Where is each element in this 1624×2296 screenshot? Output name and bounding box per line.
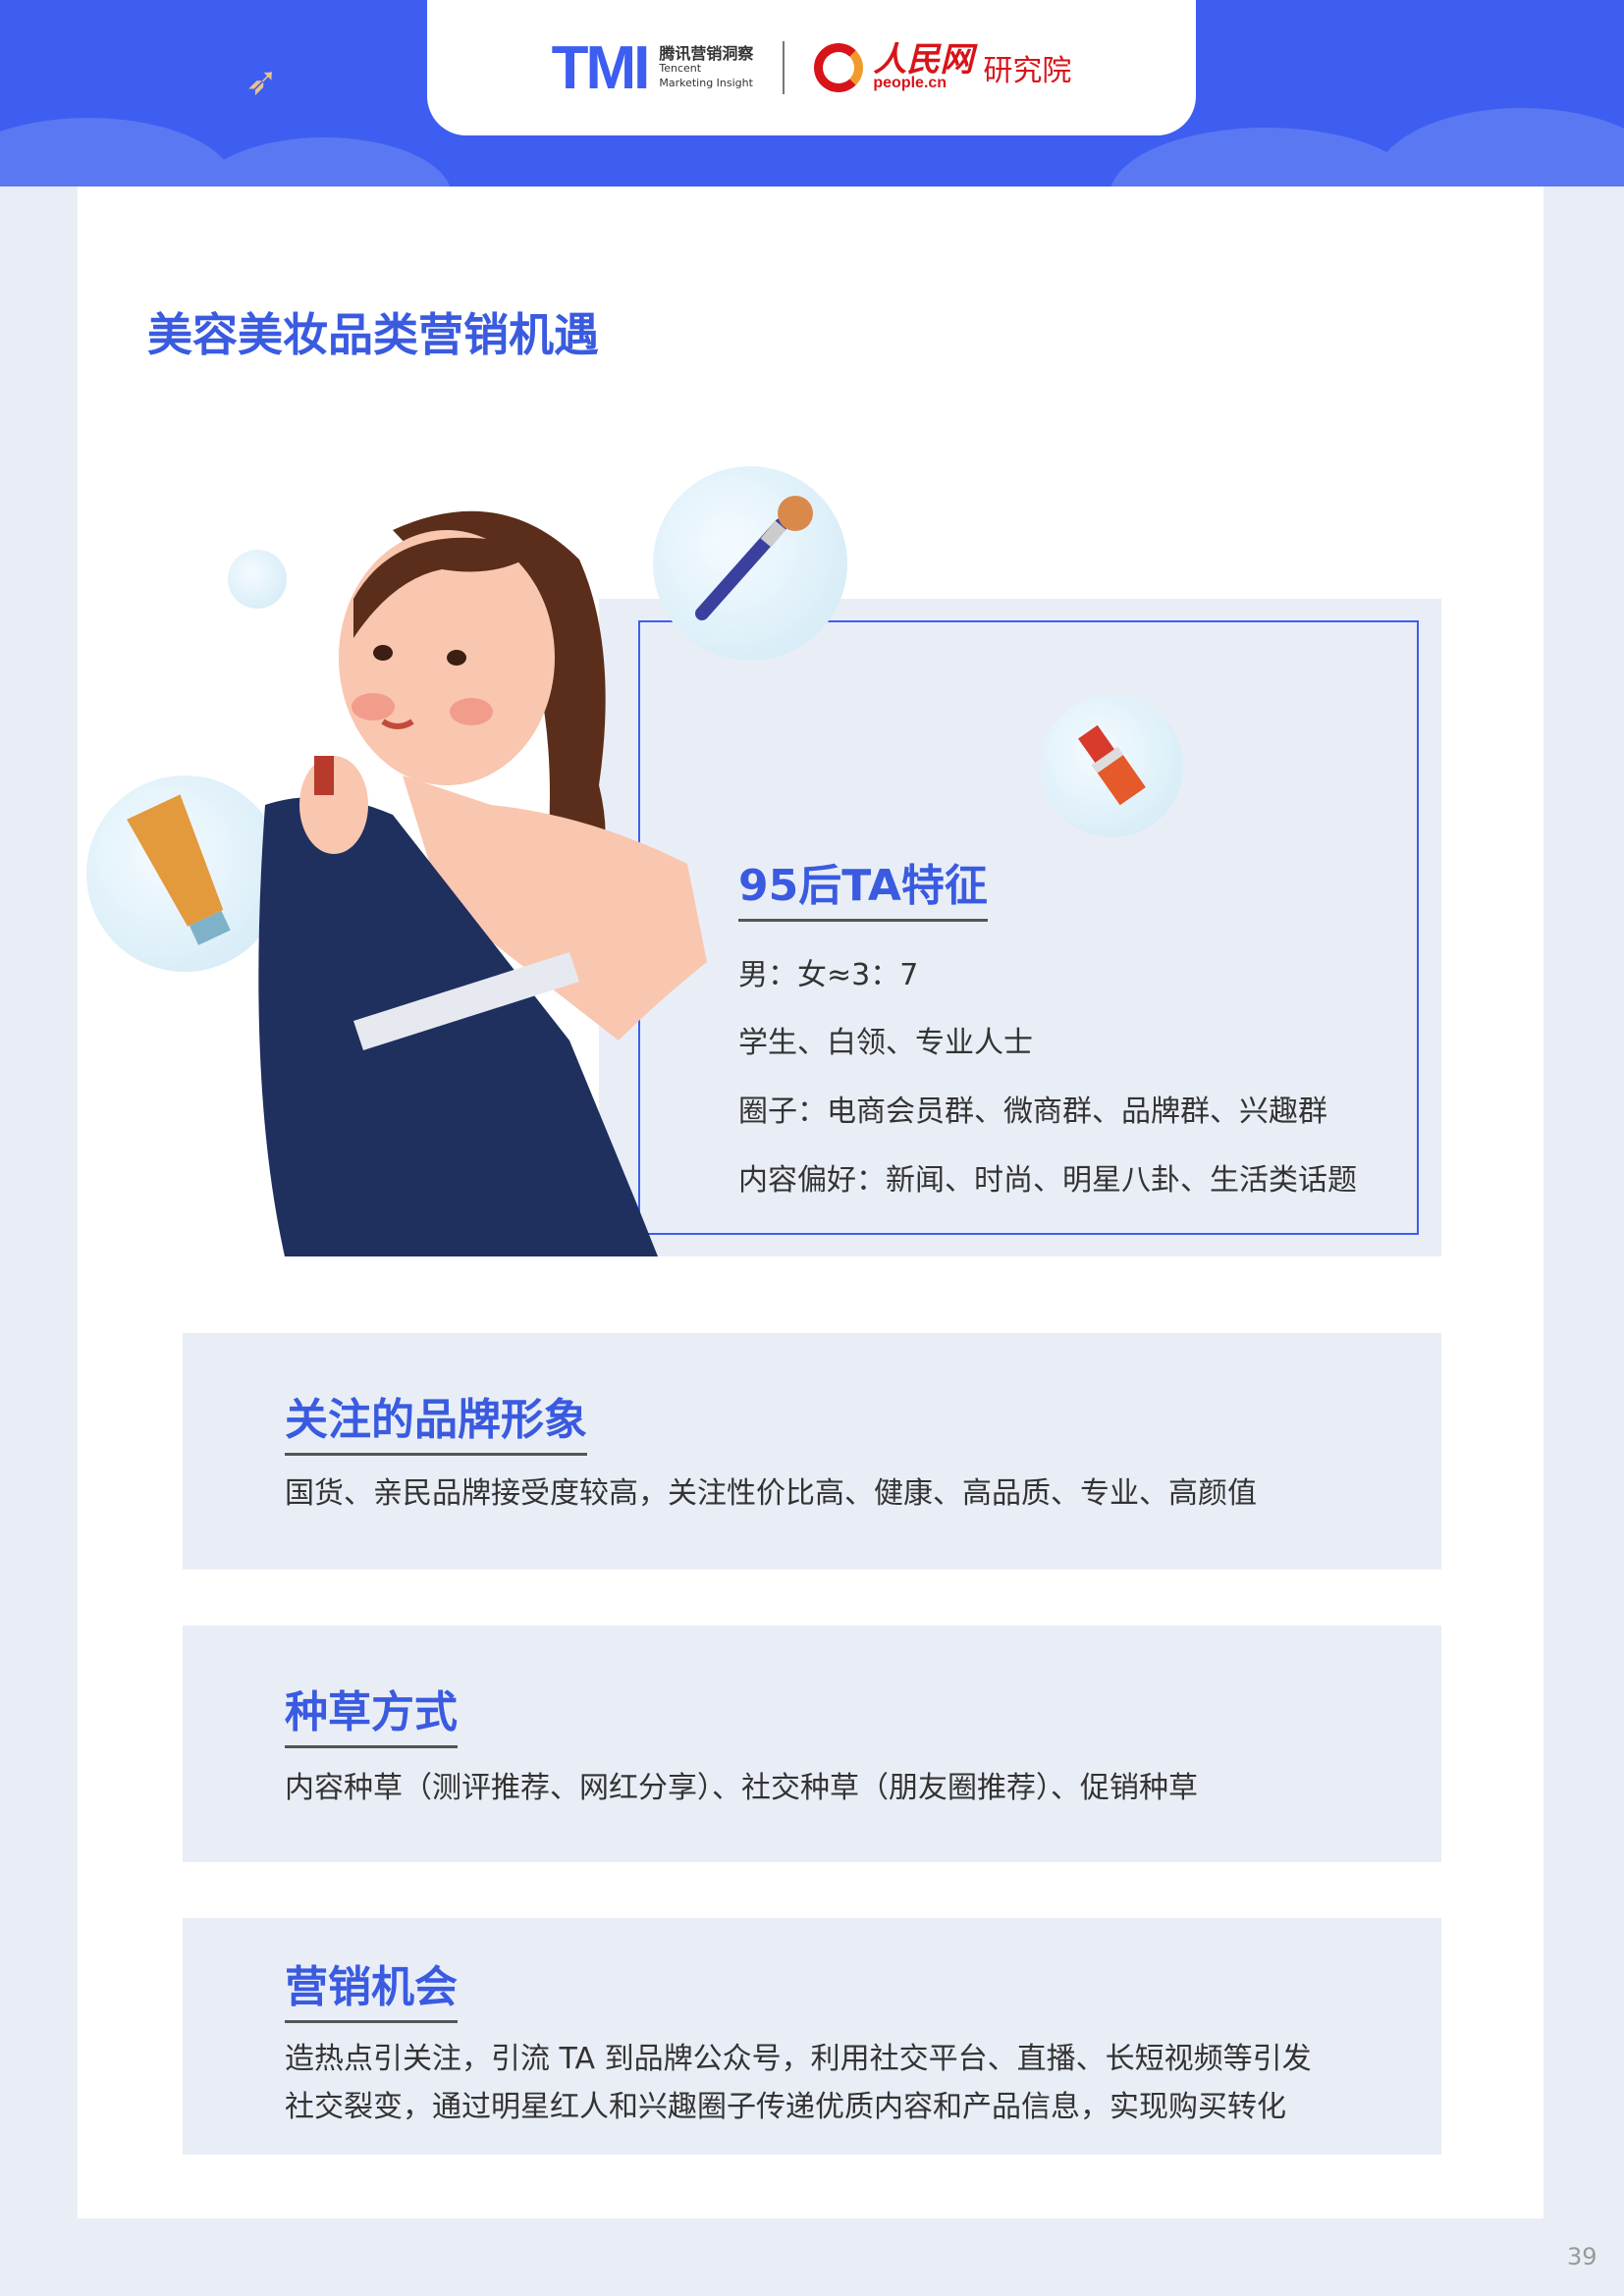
- section-marketing-opportunity: 营销机会 造热点引关注，引流 TA 到品牌公众号，利用社交平台、直播、长短视频等…: [183, 1918, 1441, 2155]
- cloud-decoration: [196, 137, 452, 187]
- section-text: 造热点引关注，引流 TA 到品牌公众号，利用社交平台、直播、长短视频等引发: [285, 2042, 1312, 2076]
- logo-bar: TMI 腾讯营销洞察 Tencent Marketing Insight 人民网 pe…: [427, 0, 1196, 135]
- cloud-decoration: [1375, 108, 1624, 187]
- people-emblem-icon: [814, 43, 864, 92]
- section-seeding-method: 种草方式 内容种草（测评推荐、网红分享）、社交种草（朋友圈推荐）、促销种草: [183, 1626, 1441, 1862]
- woman-illustration: [258, 510, 707, 1256]
- cloud-decoration: [0, 118, 236, 187]
- ta-circles: 圈子：电商会员群、微商群、品牌群、兴趣群: [738, 1095, 1327, 1129]
- bird-icon: ➶: [245, 59, 279, 104]
- section-text: 社交裂变，通过明星红人和兴趣圈子传递优质内容和产品信息，实现购买转化: [285, 2090, 1286, 2124]
- section-text: 内容种草（测评推荐、网红分享）、社交种草（朋友圈推荐）、促销种草: [285, 1771, 1198, 1805]
- ta-gender-ratio: 男：女≈3：7: [738, 958, 919, 992]
- lipstick-bubble: [1041, 695, 1183, 837]
- people-logo: 人民网 people.cn 研究院: [814, 43, 1071, 92]
- ta-heading: 95后TA特征: [738, 850, 988, 922]
- lipstick-icon: [1078, 724, 1146, 806]
- section-heading: 关注的品牌形象: [285, 1384, 587, 1456]
- section-heading: 营销机会: [285, 1951, 458, 2023]
- tmi-logo: TMI 腾讯营销洞察 Tencent Marketing Insight: [551, 33, 754, 102]
- section-brand-image: 关注的品牌形象 国货、亲民品牌接受度较高，关注性价比高、健康、高品质、专业、高颜…: [183, 1333, 1441, 1570]
- ta-panel-border: [638, 620, 1419, 1235]
- section-text: 国货、亲民品牌接受度较高，关注性价比高、健康、高品质、专业、高颜值: [285, 1476, 1257, 1511]
- page-number: 39: [1567, 2243, 1597, 2270]
- section-heading: 种草方式: [285, 1677, 458, 1748]
- page-title: 美容美妆品类营销机遇: [147, 308, 599, 361]
- logo-divider: [783, 41, 785, 94]
- ta-occupation: 学生、白领、专业人士: [738, 1026, 1033, 1060]
- ta-content-preference: 内容偏好：新闻、时尚、明星八卦、生活类话题: [738, 1163, 1357, 1198]
